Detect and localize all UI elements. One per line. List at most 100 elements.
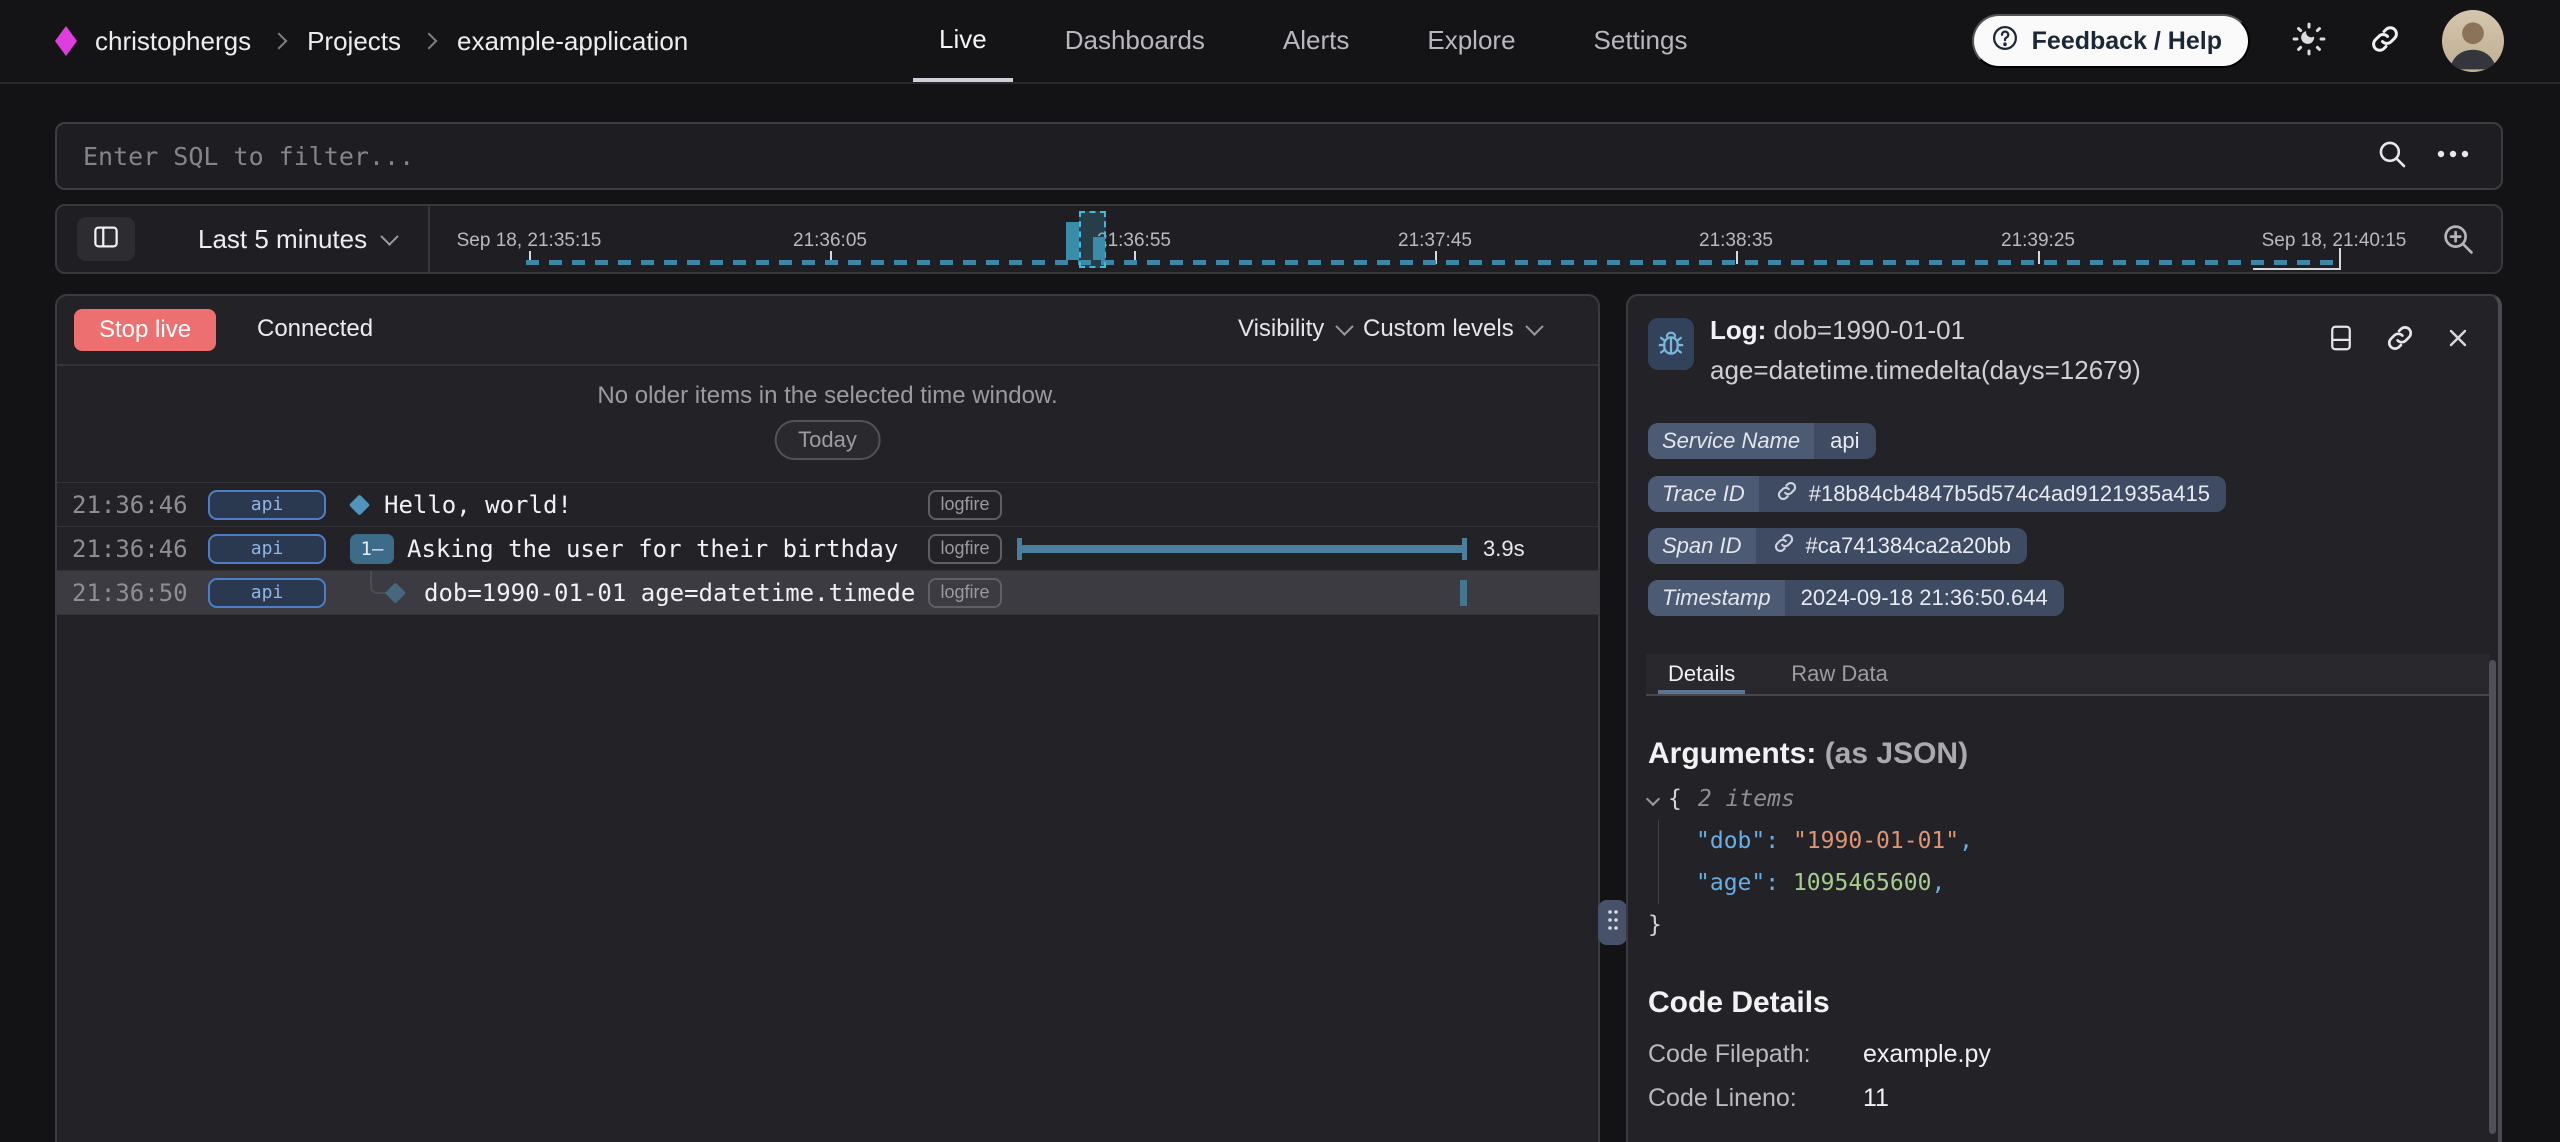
custom-levels-dropdown[interactable]: Custom levels xyxy=(1363,296,1541,362)
log-rows: 21:36:46 api Hello, world! logfire 21:36… xyxy=(57,482,1598,615)
search-icon[interactable] xyxy=(2375,137,2409,176)
logfire-live-view: christophergs Projects example-applicati… xyxy=(0,0,2560,1142)
tab-details[interactable]: Details xyxy=(1658,654,1745,694)
log-diamond-icon xyxy=(385,582,406,603)
logfire-tag[interactable]: logfire xyxy=(928,490,1002,520)
panel-resize-handle[interactable] xyxy=(1598,900,1627,945)
code-lineno-row: Code Lineno: 11 xyxy=(1648,1084,1889,1113)
service-badge[interactable]: api xyxy=(208,578,326,608)
trace-id-pill[interactable]: Trace ID #18b84cb4847b5d574c4ad9121935a4… xyxy=(1648,476,2226,512)
log-message: Hello, world! xyxy=(384,491,572,519)
sidebar-icon xyxy=(91,222,121,257)
timeline-tick-label: 21:36:05 xyxy=(793,230,867,252)
chevron-down-icon xyxy=(1525,317,1543,335)
tab-dashboards[interactable]: Dashboards xyxy=(1039,0,1231,82)
sql-filter-bar xyxy=(55,122,2503,190)
live-trace-panel: Stop live Connected Visibility Custom le… xyxy=(55,294,1600,1142)
timeline-tick-label: Sep 18, 21:35:15 xyxy=(457,230,602,252)
json-entry: "dob": "1990-01-01", xyxy=(1648,820,1973,862)
histogram-bar xyxy=(1093,237,1105,260)
grip-dots-icon xyxy=(1605,906,1621,939)
theme-toggle-icon[interactable] xyxy=(2290,20,2328,63)
log-point-marker xyxy=(1460,580,1467,606)
service-badge[interactable]: api xyxy=(208,490,326,520)
timeline-baseline xyxy=(526,260,2336,265)
log-row[interactable]: 21:36:46 api 1– Asking the user for thei… xyxy=(57,527,1598,571)
brand-diamond-icon[interactable] xyxy=(55,26,77,56)
log-row[interactable]: 21:36:46 api Hello, world! logfire xyxy=(57,482,1598,527)
sidebar-toggle-button[interactable] xyxy=(77,217,135,261)
json-items-count: 2 items xyxy=(1698,778,1795,820)
bug-icon xyxy=(1648,318,1694,370)
collapse-json-icon[interactable] xyxy=(1646,792,1660,806)
breadcrumb-project-name[interactable]: example-application xyxy=(457,26,688,57)
log-diamond-icon xyxy=(349,494,370,515)
details-actions xyxy=(2326,322,2472,359)
chevron-right-icon xyxy=(421,33,438,50)
arguments-heading: Arguments: (as JSON) xyxy=(1648,737,1968,771)
timeline-tick-label: 21:38:35 xyxy=(1699,230,1773,252)
code-details-heading: Code Details xyxy=(1648,986,1830,1020)
chevron-down-icon xyxy=(380,227,398,245)
main-nav-tabs: Live Dashboards Alerts Explore Settings xyxy=(913,0,1713,82)
child-connector xyxy=(370,571,387,594)
log-row-selected[interactable]: 21:36:50 api dob=1990-01-01 age=datetime… xyxy=(57,571,1598,615)
tab-settings[interactable]: Settings xyxy=(1568,0,1714,82)
link-icon xyxy=(1772,531,1796,561)
today-button[interactable]: Today xyxy=(774,420,881,460)
close-icon[interactable] xyxy=(2444,324,2472,357)
zoom-in-icon[interactable] xyxy=(2439,220,2477,263)
connection-status: Connected xyxy=(257,296,373,362)
details-title-text: dob=1990-01-01 age=datetime.timedelta(da… xyxy=(1710,315,2141,385)
copy-link-icon[interactable] xyxy=(2384,322,2416,359)
json-viewer: { 2 items "dob": "1990-01-01", "age": 10… xyxy=(1648,778,1973,946)
logfire-tag[interactable]: logfire xyxy=(928,578,1002,608)
open-brace: { xyxy=(1668,778,1682,820)
top-navbar: christophergs Projects example-applicati… xyxy=(0,0,2560,84)
chevron-right-icon xyxy=(271,33,288,50)
time-range-dropdown[interactable]: Last 5 minutes xyxy=(198,206,396,272)
timeline-end-tick xyxy=(2253,248,2341,270)
tab-alerts[interactable]: Alerts xyxy=(1257,0,1375,82)
visibility-dropdown[interactable]: Visibility xyxy=(1238,296,1351,362)
user-avatar[interactable] xyxy=(2442,10,2504,72)
service-name-pill: Service Name api xyxy=(1648,423,1876,459)
span-id-pill[interactable]: Span ID #ca741384ca2a20bb xyxy=(1648,528,2027,564)
open-split-view-icon[interactable] xyxy=(2326,322,2356,359)
navbar-actions: Feedback / Help xyxy=(1972,0,2504,82)
timestamp-pill: Timestamp 2024-09-18 21:36:50.644 xyxy=(1648,580,2064,616)
tab-live[interactable]: Live xyxy=(913,0,1013,82)
service-badge[interactable]: api xyxy=(208,534,326,564)
breadcrumb-org[interactable]: christophergs xyxy=(95,26,251,57)
indent-guide xyxy=(1658,820,1659,904)
details-title: Log: dob=1990-01-01 age=datetime.timedel… xyxy=(1710,310,2330,390)
log-time: 21:36:46 xyxy=(72,535,188,563)
timeline-tick-label: 21:36:55 xyxy=(1097,230,1171,252)
log-message: dob=1990-01-01 age=datetime.timede xyxy=(424,579,915,607)
feedback-help-button[interactable]: Feedback / Help xyxy=(1972,14,2250,68)
log-time: 21:36:46 xyxy=(72,491,188,519)
stop-live-button[interactable]: Stop live xyxy=(74,309,216,351)
timeline-bar: Last 5 minutes Sep 18, 21:35:15 21:36:05… xyxy=(55,204,2503,274)
log-time: 21:36:50 xyxy=(72,579,188,607)
tab-raw-data[interactable]: Raw Data xyxy=(1781,654,1898,694)
details-scrollbar[interactable] xyxy=(2489,660,2496,1134)
sql-filter-input[interactable] xyxy=(57,124,2501,188)
timeline-tick-label: 21:37:45 xyxy=(1398,230,1472,252)
code-filepath-row: Code Filepath: example.py xyxy=(1648,1040,1991,1069)
share-link-icon[interactable] xyxy=(2368,22,2402,61)
logfire-tag[interactable]: logfire xyxy=(928,534,1002,564)
span-duration-bar xyxy=(1017,545,1467,553)
details-tab-bar: Details Raw Data xyxy=(1646,654,2490,696)
question-circle-icon xyxy=(1990,23,2020,60)
chevron-down-icon xyxy=(1336,317,1354,335)
log-message: Asking the user for their birthday xyxy=(407,535,898,563)
json-entry: "age": 1095465600, xyxy=(1648,862,1973,904)
breadcrumb-projects[interactable]: Projects xyxy=(307,26,401,57)
collapse-children-toggle[interactable]: 1– xyxy=(350,534,394,564)
more-options-icon[interactable] xyxy=(2435,147,2471,165)
timeline-tick-label: 21:39:25 xyxy=(2001,230,2075,252)
tab-explore[interactable]: Explore xyxy=(1401,0,1541,82)
close-brace: } xyxy=(1648,904,1973,946)
span-duration: 3.9s xyxy=(1483,536,1525,562)
